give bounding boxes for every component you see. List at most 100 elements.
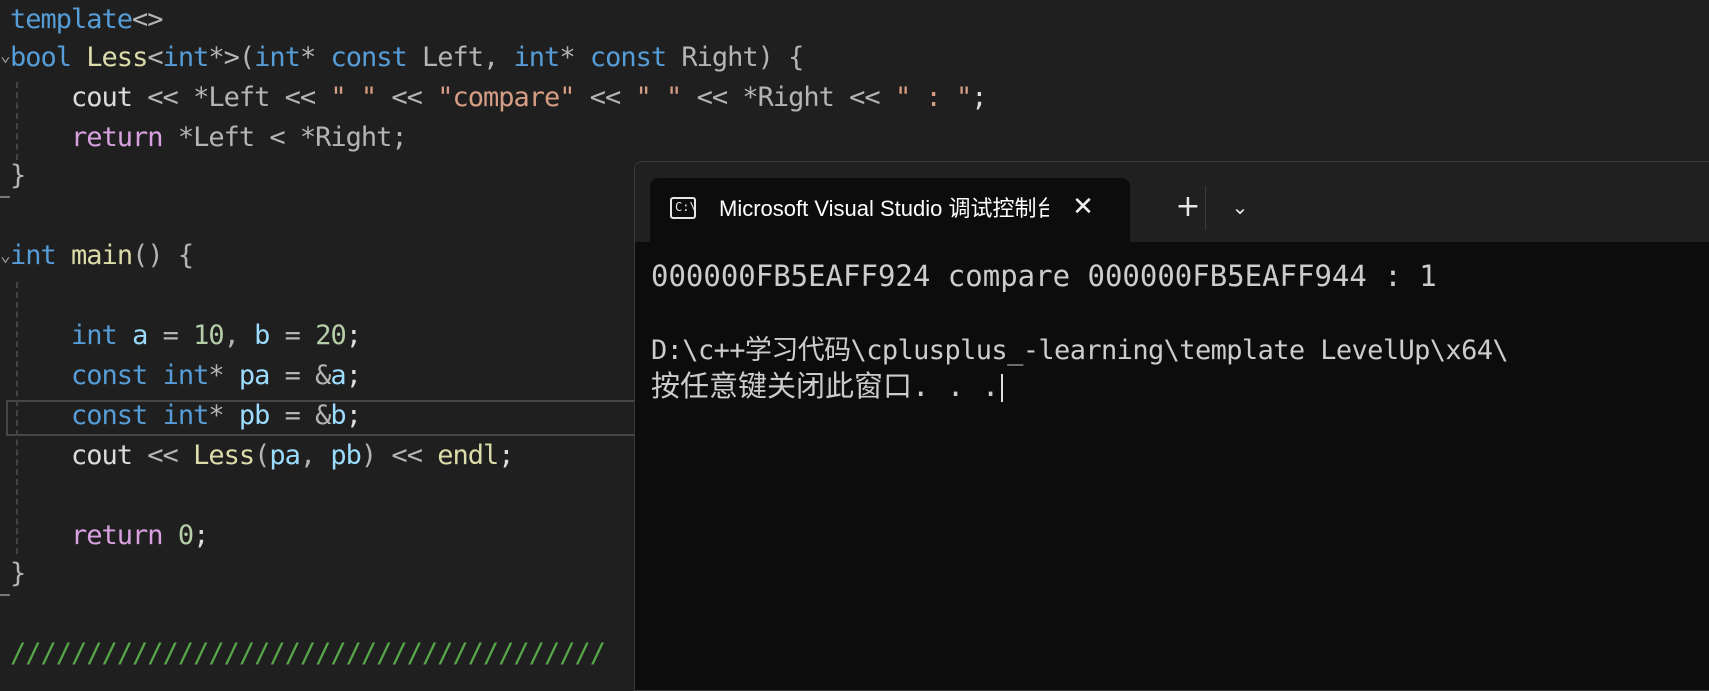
code-token: bool xyxy=(10,42,72,73)
code-token: = xyxy=(147,320,194,351)
code-token: a xyxy=(132,320,148,351)
code-line: template<> xyxy=(10,0,164,40)
terminal-tab[interactable]: C:\ Microsoft Visual Studio 调试控制台 ✕ xyxy=(650,178,1130,244)
code-token: const xyxy=(71,400,148,431)
code-token: < xyxy=(147,42,163,73)
code-token: ; xyxy=(345,320,362,351)
code-token: *>( xyxy=(208,42,255,73)
code-token: a xyxy=(330,360,346,391)
terminal-output-line: D:\c++学习代码\cplusplus_-learning\template … xyxy=(651,335,1509,366)
code-token: 0 xyxy=(177,520,194,551)
tab-divider xyxy=(1205,186,1206,230)
code-token: template xyxy=(10,4,133,35)
code-token: *Right xyxy=(742,82,835,113)
text-cursor xyxy=(1001,374,1004,402)
code-token: ; xyxy=(345,400,362,431)
code-token: return xyxy=(71,122,164,153)
code-token: () { xyxy=(132,240,194,271)
terminal-output-line: 000000FB5EAFF924 compare 000000FB5EAFF94… xyxy=(651,259,1437,293)
code-token: ; xyxy=(193,520,209,551)
fold-end-marker xyxy=(0,196,10,198)
fold-toggle[interactable]: ⌄ xyxy=(0,47,11,65)
code-token: << xyxy=(376,82,438,113)
code-line: return 0; xyxy=(10,516,209,556)
code-token: = & xyxy=(269,400,332,431)
code-token: ; xyxy=(498,440,514,471)
code-token: int xyxy=(513,42,561,73)
code-token: ; xyxy=(971,82,987,113)
debug-console-window[interactable]: C:\ Microsoft Visual Studio 调试控制台 ✕ + ⌄ … xyxy=(634,161,1709,691)
code-token: endl xyxy=(437,440,499,471)
code-line: int main() { xyxy=(10,236,194,276)
code-line: /////////////////////////////////////// xyxy=(10,634,606,674)
code-token: <> xyxy=(132,4,164,35)
code-token: pb xyxy=(238,400,271,431)
fold-toggle[interactable]: ⌄ xyxy=(0,247,11,265)
code-token: /////////////////////////////////////// xyxy=(10,638,606,669)
code-token: cout xyxy=(10,82,133,113)
terminal-output-line: 按任意键关闭此窗口. . . xyxy=(651,367,1004,405)
code-token: 20 xyxy=(315,320,347,351)
code-token: Less xyxy=(86,42,148,73)
code-token: b xyxy=(254,320,270,351)
code-token: ( xyxy=(254,440,270,471)
code-token: << xyxy=(269,82,331,113)
code-token: 10 xyxy=(193,320,225,351)
code-token: = & xyxy=(269,360,332,391)
code-token: ; xyxy=(345,360,362,391)
code-token: * xyxy=(299,42,331,73)
code-token: int xyxy=(10,240,57,271)
code-token: int xyxy=(254,42,301,73)
code-token: *Left xyxy=(193,82,270,113)
close-icon[interactable]: ✕ xyxy=(1068,192,1098,222)
console-icon: C:\ xyxy=(670,197,697,219)
code-token: cout xyxy=(10,440,133,471)
code-token: } xyxy=(10,160,26,191)
code-line: bool Less<int*>(int* const Left, int* co… xyxy=(10,38,804,78)
new-tab-button[interactable]: + xyxy=(1168,187,1208,227)
code-line: } xyxy=(10,156,26,196)
code-token: " " xyxy=(330,82,377,113)
code-line: const int* pb = &b; xyxy=(10,396,362,436)
code-token: << xyxy=(132,82,194,113)
chevron-down-icon[interactable]: ⌄ xyxy=(1220,187,1260,227)
code-line: cout << *Left << " " << "compare" << " "… xyxy=(10,78,987,118)
code-token: << xyxy=(132,440,194,471)
code-token: const xyxy=(330,42,407,73)
code-line: return *Left < *Right; xyxy=(10,118,408,158)
code-token: b xyxy=(330,400,346,431)
code-token: *Left < *Right; xyxy=(162,122,408,153)
code-token: " " xyxy=(635,82,683,113)
code-token: int xyxy=(162,42,210,73)
code-token: return xyxy=(71,520,164,551)
code-token: int xyxy=(162,400,210,431)
code-token: Less xyxy=(193,440,255,471)
code-token: * xyxy=(208,360,239,391)
code-token: ) << xyxy=(360,440,438,471)
code-token: } xyxy=(10,558,26,589)
indent-guide xyxy=(16,82,18,160)
code-token: pa xyxy=(269,440,301,471)
code-token: pb xyxy=(330,440,362,471)
code-line: } xyxy=(10,554,26,594)
code-token: << xyxy=(574,82,636,113)
code-token: int xyxy=(71,320,118,351)
code-token: int xyxy=(162,360,210,391)
code-line: const int* pa = &a; xyxy=(10,356,362,396)
terminal-titlebar: C:\ Microsoft Visual Studio 调试控制台 ✕ + ⌄ xyxy=(635,162,1709,244)
code-token: * xyxy=(208,400,239,431)
code-token: "compare" xyxy=(437,82,575,113)
code-token: << xyxy=(833,82,895,113)
code-token: const xyxy=(589,42,667,73)
code-token: main xyxy=(71,240,133,271)
fold-end-marker xyxy=(0,594,10,596)
